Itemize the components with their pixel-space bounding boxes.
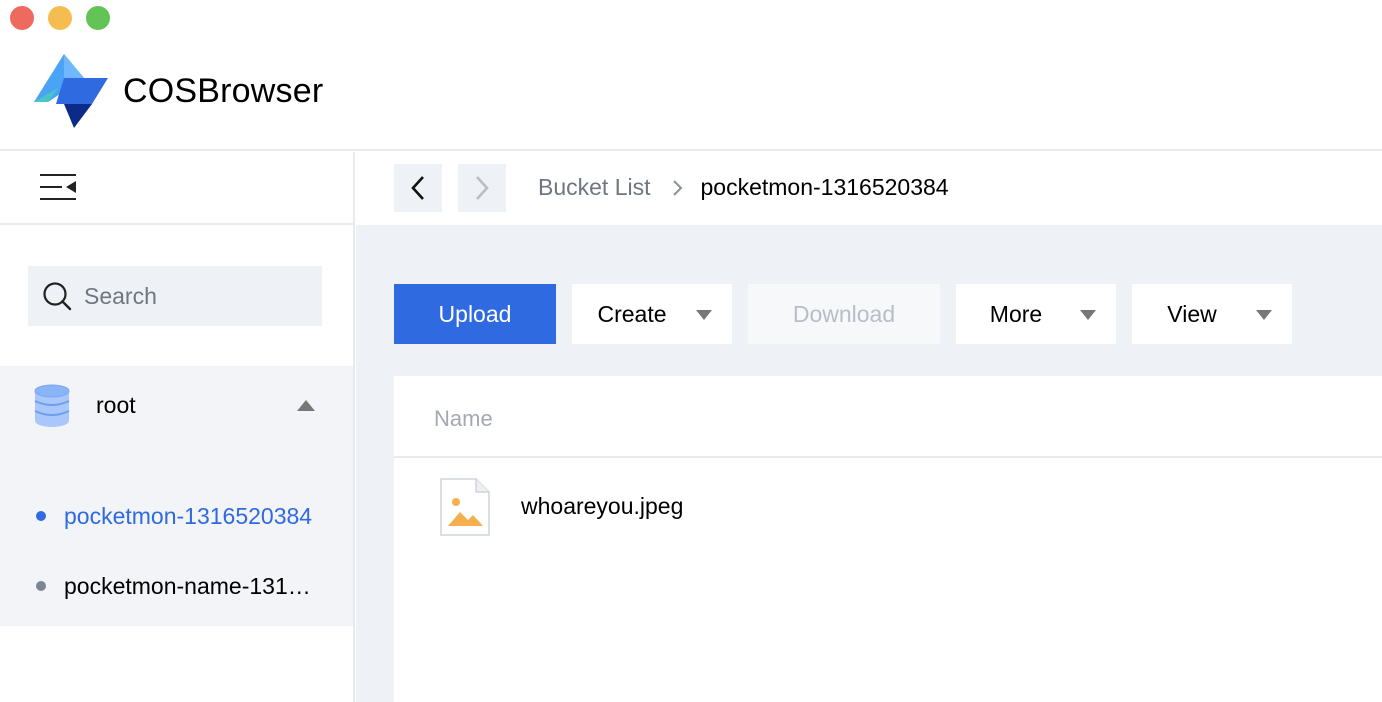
- breadcrumb-current: pocketmon-1316520384: [700, 174, 949, 200]
- file-name: whoareyou.jpeg: [521, 493, 684, 519]
- sidebar: root pocketmon-1316520384 pocketmon-name…: [0, 152, 355, 702]
- chevron-down-icon: [1080, 310, 1096, 320]
- chevron-right-icon: [476, 176, 489, 200]
- more-button[interactable]: More: [956, 284, 1116, 344]
- breadcrumb-bucket-list[interactable]: Bucket List: [538, 174, 651, 201]
- bucket-tree: root pocketmon-1316520384 pocketmon-name…: [0, 366, 353, 626]
- table-row[interactable]: whoareyou.jpeg: [394, 458, 1382, 554]
- cos-logo-icon: [34, 54, 108, 128]
- app-window: COSBrowser Search root pocketmon-1316520…: [0, 0, 1382, 702]
- window-close-button[interactable]: [10, 6, 34, 30]
- main-panel: Bucket List pocketmon-1316520384 Upload …: [356, 152, 1382, 702]
- search-icon: [43, 282, 72, 311]
- tree-root-label: root: [96, 392, 136, 418]
- database-icon: [34, 384, 70, 427]
- sidebar-top: [0, 152, 353, 225]
- search-box[interactable]: [28, 266, 322, 326]
- app-title: COSBrowser: [123, 72, 324, 110]
- breadcrumb-separator-icon: [672, 179, 682, 196]
- active-dot-icon: [36, 511, 46, 521]
- view-button-label: View: [1167, 300, 1217, 327]
- sidebar-item-label: pocketmon-1316520384: [64, 502, 313, 529]
- upload-button-label: Upload: [438, 300, 512, 327]
- download-button[interactable]: Download: [748, 284, 940, 344]
- more-button-label: More: [989, 300, 1043, 327]
- toolbar: Upload Create Download More View: [394, 284, 1292, 344]
- download-button-label: Download: [792, 300, 896, 327]
- window-minimize-button[interactable]: [48, 6, 72, 30]
- chevron-left-icon: [411, 176, 424, 200]
- search-input[interactable]: [84, 282, 304, 310]
- window-maximize-button[interactable]: [86, 6, 110, 30]
- forward-button[interactable]: [458, 164, 506, 212]
- content-area: Upload Create Download More View Name wh…: [356, 225, 1382, 702]
- chevron-down-icon: [696, 310, 712, 320]
- create-button[interactable]: Create: [572, 284, 732, 344]
- collapse-menu-icon[interactable]: [38, 170, 78, 204]
- chevron-down-icon: [1256, 310, 1272, 320]
- file-list-header: Name: [394, 376, 1382, 458]
- image-file-icon: [440, 478, 490, 536]
- upload-button[interactable]: Upload: [394, 284, 556, 344]
- file-list: Name whoareyou.jpeg: [394, 376, 1382, 702]
- tree-root-row[interactable]: root: [0, 366, 353, 446]
- column-header-name[interactable]: Name: [434, 406, 493, 432]
- dot-icon: [36, 581, 46, 591]
- back-button[interactable]: [394, 164, 442, 212]
- sidebar-item-bucket[interactable]: pocketmon-1316520384: [0, 486, 353, 546]
- sidebar-item-label: pocketmon-name-131…: [64, 572, 311, 599]
- window-controls: [10, 6, 110, 30]
- app-header: COSBrowser: [0, 0, 1382, 151]
- nav-bar: Bucket List pocketmon-1316520384: [356, 152, 1382, 225]
- sidebar-item-bucket[interactable]: pocketmon-name-131…: [0, 556, 353, 616]
- view-button[interactable]: View: [1132, 284, 1292, 344]
- breadcrumb: Bucket List pocketmon-1316520384: [538, 174, 949, 201]
- create-button-label: Create: [597, 300, 667, 327]
- collapse-caret-icon[interactable]: [297, 400, 315, 411]
